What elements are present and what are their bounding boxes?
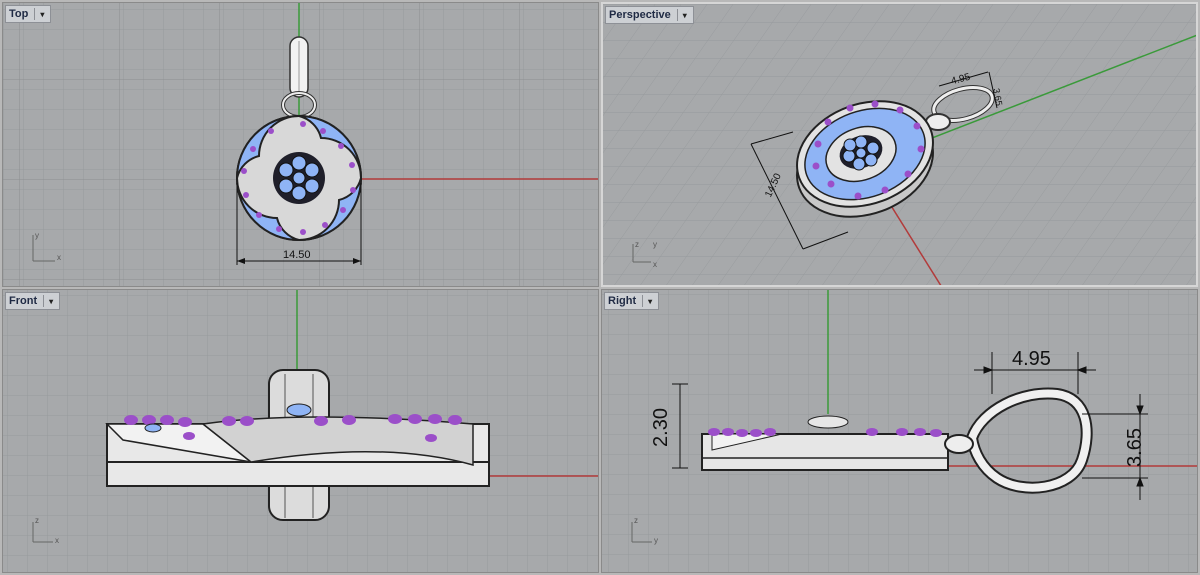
viewport-title-top[interactable]: Top ▾ (5, 5, 52, 23)
perspective-axis-x-label: x (653, 260, 657, 269)
dimension-bail-width-label: 4.95 (1012, 348, 1051, 370)
front-grid (3, 290, 598, 572)
dimension-bail-height-label: 3.65 (1123, 428, 1146, 467)
right-grid (602, 290, 1197, 572)
viewport-title-perspective[interactable]: Perspective ▾ (605, 6, 694, 24)
front-axis-x-label: x (55, 536, 59, 545)
viewport-front[interactable]: z x Front ▾ (2, 289, 599, 573)
viewport-title-top-text: Top (9, 8, 29, 20)
viewport-right[interactable]: 2.30 4.95 3.65 z y Right ▾ (601, 289, 1198, 573)
top-grid (3, 3, 598, 286)
chevron-down-icon[interactable]: ▾ (676, 9, 690, 21)
viewport-title-front[interactable]: Front ▾ (5, 292, 61, 310)
chevron-down-icon[interactable]: ▾ (34, 8, 47, 20)
chevron-down-icon[interactable]: ▾ (642, 295, 655, 307)
viewport-top[interactable]: 14.50 y x Top ▾ (2, 2, 599, 287)
pendant-top-body (236, 115, 362, 241)
viewport-title-perspective-text: Perspective (609, 9, 671, 21)
front-axis-z-label: z (35, 516, 39, 525)
dimension-thickness-label: 2.30 (649, 408, 672, 447)
perspective-axis-y-label: y (653, 240, 657, 249)
right-axis-z-label: z (634, 516, 638, 525)
chevron-down-icon[interactable]: ▾ (43, 295, 56, 307)
viewport-perspective[interactable]: 4.95 3.65 14.50 z y x Perspective ▾ (601, 2, 1198, 287)
viewport-title-right[interactable]: Right ▾ (604, 292, 660, 310)
viewport-title-right-text: Right (608, 295, 637, 307)
axis-y-label: y (35, 231, 39, 240)
dimension-width-label: 14.50 (283, 249, 311, 261)
right-axis-y-label: y (654, 536, 658, 545)
axis-x-label: x (57, 253, 61, 262)
perspective-grid (603, 4, 1196, 285)
perspective-axis-z-label: z (635, 240, 639, 249)
viewport-title-front-text: Front (9, 295, 38, 307)
